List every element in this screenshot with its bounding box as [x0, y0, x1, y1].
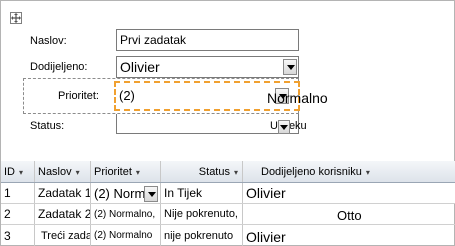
sort-icon[interactable]: ▾ [136, 168, 140, 177]
column-header-id[interactable]: ID ▾ [1, 161, 35, 182]
assigned-dropdown[interactable]: Olivier [116, 56, 299, 78]
table-row[interactable]: 3 Treći zadatak (2) Normalno nije pokren… [1, 225, 455, 246]
table-row[interactable]: 2 Zadatak 2 (2) Normalno, Nije pokrenuto… [1, 204, 455, 225]
move-handle-icon[interactable] [10, 12, 22, 24]
cell-priority: (2) Normalno, [91, 204, 161, 224]
assigned-label: Dodijeljeno: [30, 61, 88, 73]
assigned-value: Olivier [120, 59, 160, 75]
datasheet-grid: ID ▾ Naslov ▾ Prioritet ▾ Status ▾ Dodijelje… [1, 161, 455, 246]
priority-label: Prioritet: [58, 90, 99, 102]
cell-id: 2 [1, 204, 35, 224]
cell-priority-dropdown[interactable]: (2) Norm [91, 183, 161, 203]
status-label: Status: [30, 120, 65, 132]
cell-status: In Tijek [161, 183, 243, 203]
cell-assigned: Olivier [246, 185, 286, 201]
title-field[interactable]: Prvi zadatak [116, 29, 299, 51]
column-header-prioritet[interactable]: Prioritet ▾ [91, 161, 161, 182]
cell-id: 3 [1, 225, 35, 246]
column-header-naslov[interactable]: Naslov ▾ [35, 161, 91, 182]
priority-overlay-text: Normalno [267, 90, 328, 106]
form-canvas: Naslov: Prvi zadatak Dodijeljeno: Olivie… [0, 0, 455, 246]
table-row[interactable]: 1 Zadatak 1 (2) Norm In Tijek Olivier [1, 183, 455, 204]
sort-icon[interactable]: ▾ [366, 168, 370, 177]
cell-title: Treći zadatak [35, 225, 91, 246]
chevron-down-icon[interactable] [283, 59, 297, 75]
cell-status: Nije pokrenuto, [161, 204, 243, 224]
cell-priority: (2) Normalno [91, 225, 161, 246]
sort-icon[interactable]: ▾ [19, 168, 23, 177]
chevron-down-icon[interactable] [278, 120, 290, 134]
cell-assigned: Otto [337, 208, 362, 223]
column-header-assigned[interactable]: Dodijeljeno korisniku ▾ [243, 161, 455, 182]
cell-id: 1 [1, 183, 35, 203]
table-header-row: ID ▾ Naslov ▾ Prioritet ▾ Status ▾ Dodijelje… [1, 161, 455, 183]
cell-assigned: Olivier [246, 229, 286, 245]
title-label: Naslov: [30, 35, 67, 47]
chevron-down-icon[interactable] [144, 186, 158, 202]
sort-icon[interactable]: ▾ [76, 168, 80, 177]
cell-title: Zadatak 1 [35, 183, 91, 203]
sort-icon[interactable]: ▾ [234, 168, 238, 177]
column-header-status[interactable]: Status ▾ [161, 161, 243, 182]
cell-status: nije pokrenuto [161, 225, 243, 246]
cell-title: Zadatak 2 [35, 204, 91, 224]
